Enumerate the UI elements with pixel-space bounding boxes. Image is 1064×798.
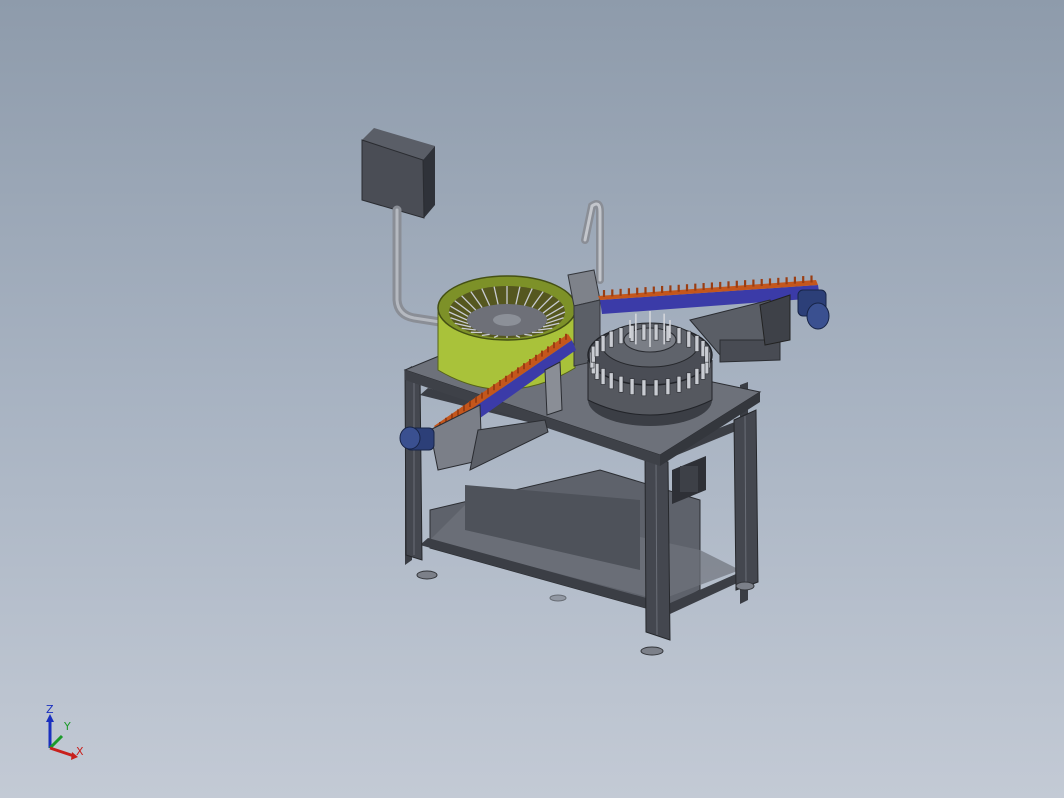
z-axis-label: Z bbox=[46, 703, 54, 716]
y-axis-label: Y bbox=[63, 720, 71, 733]
control-box bbox=[361, 128, 435, 219]
x-axis-label: X bbox=[76, 745, 84, 758]
sensor-stand-pipe bbox=[581, 200, 604, 284]
machine-model[interactable] bbox=[0, 0, 1064, 798]
drive-unit bbox=[672, 456, 706, 504]
rotary-pins bbox=[629, 311, 671, 347]
rotary-indexing-table bbox=[587, 311, 713, 426]
x-axis-line bbox=[49, 746, 75, 758]
y-axis-line bbox=[48, 734, 64, 750]
control-box-pipe bbox=[392, 205, 445, 327]
coordinate-triad: Z Y X bbox=[46, 703, 84, 760]
left-conveyor-motor bbox=[399, 426, 435, 451]
right-conveyor-motor bbox=[797, 289, 830, 330]
cad-viewport[interactable]: Z Y X bbox=[0, 0, 1064, 798]
